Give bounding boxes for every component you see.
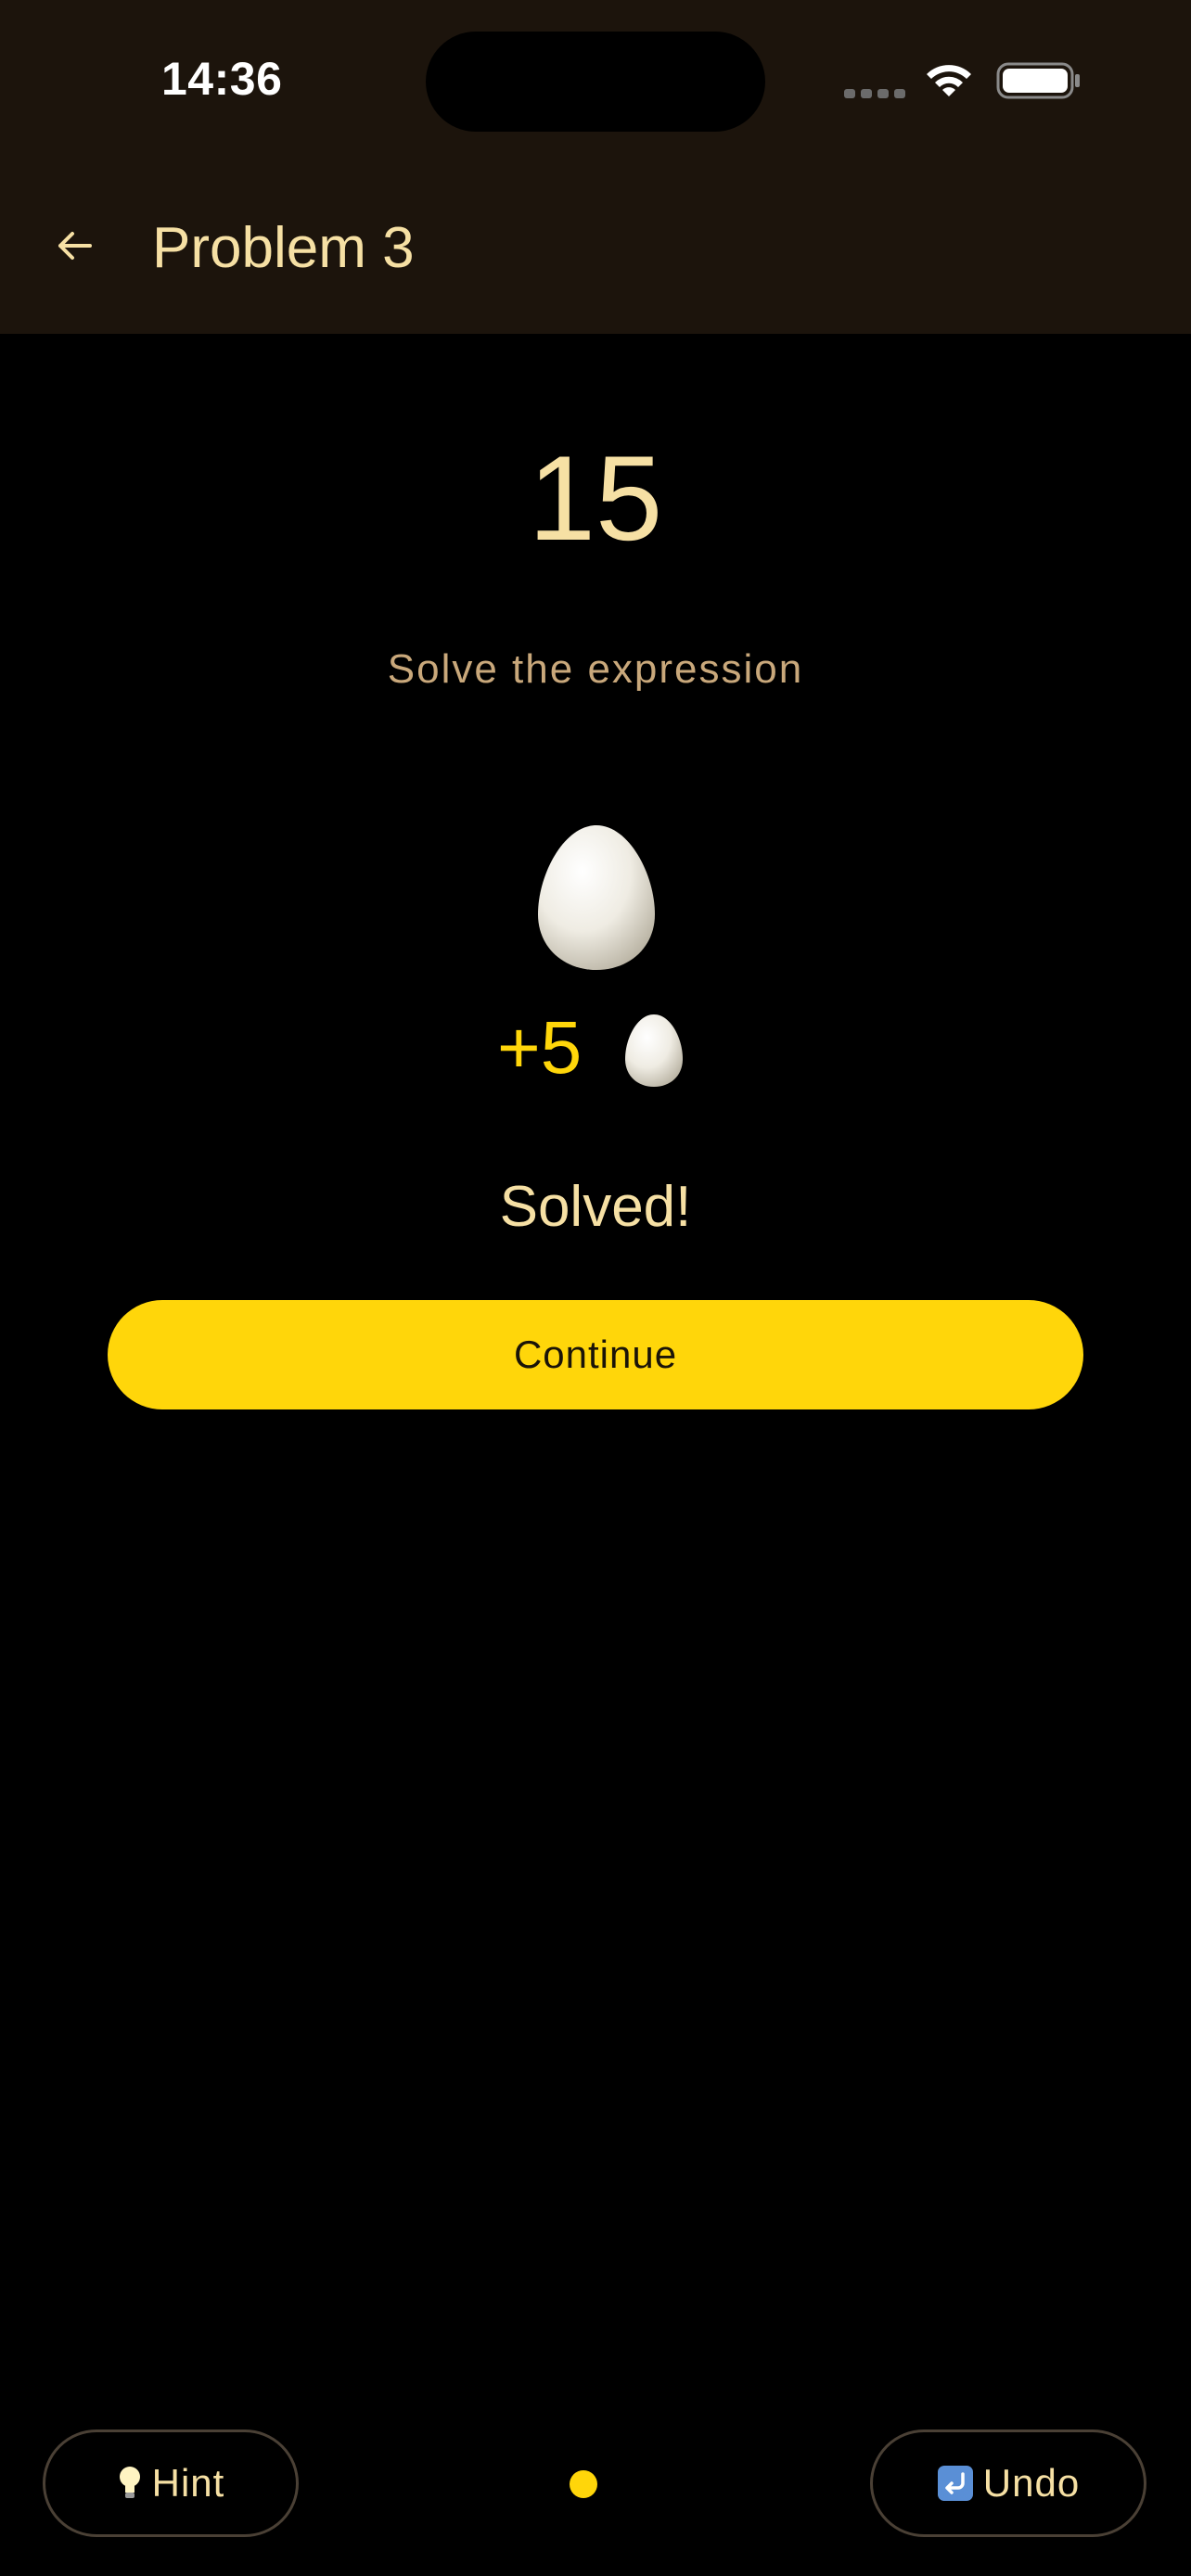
reward-row: +5 [0,1001,1191,1094]
hint-label: Hint [151,2461,225,2505]
egg-icon [625,1014,683,1087]
undo-label: Undo [982,2461,1081,2505]
dynamic-island [426,32,765,132]
battery-icon [996,62,1080,99]
hint-button[interactable]: Hint [43,2429,299,2537]
problem-screen: 14:36 Problem 3 15 Solve the expression [0,0,1191,2576]
egg-icon [538,825,655,970]
page-title: Problem 3 [152,216,415,280]
reward-amount: +5 [497,1006,583,1089]
page-indicator-dot [570,2470,597,2498]
target-number: 15 [528,430,663,566]
continue-button[interactable]: Continue [108,1300,1083,1409]
status-time: 14:36 [161,53,283,105]
header-bar: 14:36 Problem 3 [0,0,1191,334]
lightbulb-icon [119,2467,140,2498]
solved-status: Solved! [499,1175,692,1239]
cellular-signal-icon [844,87,905,100]
undo-button[interactable]: Undo [870,2429,1146,2537]
instruction-text: Solve the expression [387,646,804,692]
undo-arrow-icon [937,2466,973,2501]
back-button[interactable] [46,217,104,274]
arrow-left-icon [58,232,92,260]
wifi-icon [927,65,971,96]
